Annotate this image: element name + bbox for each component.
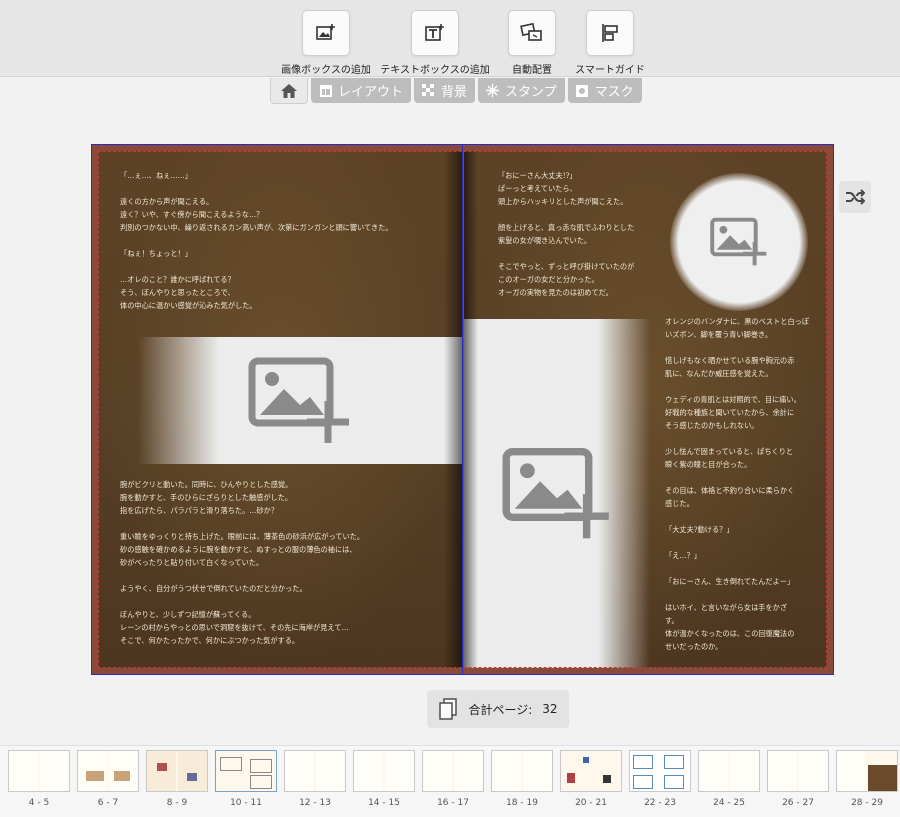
total-pages-indicator: 合計ページ: 32 [427, 690, 569, 728]
thumbnail-label: 24 - 25 [713, 798, 745, 808]
total-pages-label: 合計ページ: [468, 702, 533, 717]
thumbnail-image [146, 750, 208, 792]
thumbnail-26-27[interactable]: 26 - 27 [767, 750, 829, 808]
thumbnail-20-21[interactable]: 20 - 21 [560, 750, 622, 808]
tab-label: レイアウト [338, 85, 404, 100]
thumbnail-label: 6 - 7 [97, 798, 119, 808]
thumbnail-8-9[interactable]: 8 - 9 [146, 750, 208, 808]
add-text-box-tool[interactable]: テキストボックスの追加 [380, 10, 490, 76]
thumbnail-4-5[interactable]: 4 - 5 [8, 750, 70, 808]
tab-label: スタンプ [505, 85, 557, 100]
thumbnail-image [353, 750, 415, 792]
thumbnail-label: 26 - 27 [782, 798, 814, 808]
thumbnail-image [77, 750, 139, 792]
thumbnail-image [629, 750, 691, 792]
thumbnail-28-29[interactable]: 28 - 29 [836, 750, 898, 808]
add-image-box-tool[interactable]: 画像ボックスの追加 [271, 10, 381, 76]
thumbnail-18-19[interactable]: 18 - 19 [491, 750, 553, 808]
tab-label: 背景 [441, 85, 468, 100]
add-text-box-button[interactable] [411, 10, 459, 56]
page-thumbnail-strip: 4 - 5 6 - 7 8 - 9 10 - 11 12 - 13 14 - 1… [0, 745, 900, 817]
editor-tabs: レイアウト 背景 スタンプ マスク [270, 78, 642, 104]
mask-icon [576, 84, 589, 97]
thumbnail-label: 20 - 21 [575, 798, 607, 808]
layout-icon [319, 84, 332, 97]
thumbnail-image [767, 750, 829, 792]
tab-stamp[interactable]: スタンプ [478, 78, 565, 103]
thumbnail-label: 4 - 5 [28, 798, 50, 808]
thumbnail-label: 16 - 17 [437, 798, 469, 808]
thumbnail-label: 28 - 29 [851, 798, 883, 808]
shuffle-layout-button[interactable] [839, 181, 871, 213]
thumbnail-label: 22 - 23 [644, 798, 676, 808]
thumbnail-14-15[interactable]: 14 - 15 [353, 750, 415, 808]
thumbnail-image [836, 750, 898, 792]
thumbnail-image [215, 750, 277, 792]
thumbnail-image [284, 750, 346, 792]
smart-guide-button[interactable] [586, 10, 634, 56]
thumbnail-label: 14 - 15 [368, 798, 400, 808]
tab-layout[interactable]: レイアウト [311, 78, 412, 103]
tab-background[interactable]: 背景 [414, 78, 476, 103]
thumbnail-label: 10 - 11 [230, 798, 262, 808]
thumbnail-label: 18 - 19 [506, 798, 538, 808]
total-pages-value: 32 [542, 702, 558, 716]
thumbnail-image [698, 750, 760, 792]
thumbnail-24-25[interactable]: 24 - 25 [698, 750, 760, 808]
thumbnail-22-23[interactable]: 22 - 23 [629, 750, 691, 808]
thumbnail-6-7[interactable]: 6 - 7 [77, 750, 139, 808]
page-spread: 「…ぇ…、ねぇ……」 遠くの方から声が聞こえる。 遠く？いや、すぐ傍から聞こえる… [91, 144, 834, 675]
thumbnail-image [491, 750, 553, 792]
tool-label: 画像ボックスの追加 [281, 65, 371, 76]
add-image-icon [316, 24, 335, 40]
tab-home[interactable] [270, 78, 308, 104]
smart-guide-icon [602, 24, 618, 42]
tool-label: スマートガイド [575, 65, 645, 76]
tab-mask[interactable]: マスク [567, 78, 642, 103]
thumbnail-image [422, 750, 484, 792]
thumbnail-image [560, 750, 622, 792]
thumbnail-label: 8 - 9 [166, 798, 188, 808]
home-icon [281, 83, 297, 98]
thumbnail-label: 12 - 13 [299, 798, 331, 808]
add-text-icon [425, 24, 444, 41]
auto-layout-button[interactable] [508, 10, 556, 56]
spine-line [462, 145, 463, 674]
background-icon [422, 84, 435, 97]
stamp-icon [486, 84, 500, 97]
tool-label: テキストボックスの追加 [380, 65, 490, 76]
thumbnail-10-11[interactable]: 10 - 11 [215, 750, 277, 808]
thumbnail-image [8, 750, 70, 792]
add-image-box-button[interactable] [302, 10, 350, 56]
thumbnail-12-13[interactable]: 12 - 13 [284, 750, 346, 808]
tab-label: マスク [594, 85, 634, 100]
pages-icon [439, 698, 458, 720]
smart-guide-tool[interactable]: スマートガイド [555, 10, 665, 76]
shuffle-icon [846, 189, 865, 205]
thumbnail-16-17[interactable]: 16 - 17 [422, 750, 484, 808]
auto-layout-icon [520, 22, 542, 41]
editor-toolbar: 画像ボックスの追加 テキストボックスの追加 自動配置 スマートガイド [0, 0, 900, 77]
